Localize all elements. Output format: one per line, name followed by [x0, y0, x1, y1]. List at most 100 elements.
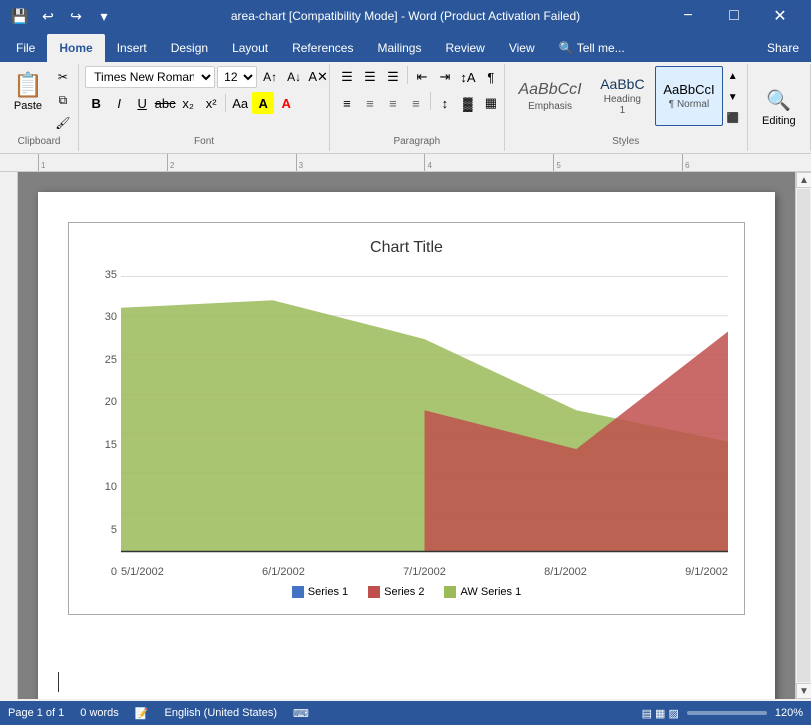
qa-dropdown-button[interactable]: ▾ — [92, 4, 116, 28]
aw-series1-label: AW Series 1 — [460, 586, 521, 598]
style-normal[interactable]: AaBbCcI ¶ Normal — [655, 66, 722, 126]
keyboard-icon: ⌨ — [293, 707, 309, 720]
align-left-button[interactable]: ≡ — [336, 92, 358, 114]
tab-view[interactable]: View — [497, 34, 547, 62]
tab-mailings[interactable]: Mailings — [365, 34, 433, 62]
tab-home[interactable]: Home — [47, 34, 104, 62]
title-bar-left: 💾 ↩ ↪ ▾ — [8, 4, 116, 28]
status-bar: Page 1 of 1 0 words 📝 English (United St… — [0, 701, 811, 725]
format-painter-button[interactable]: 🖌 — [52, 112, 74, 134]
y-axis-labels: 0 5 10 15 20 25 30 35 — [85, 269, 121, 578]
y-label-5: 5 — [85, 524, 117, 536]
zoom-level: 120% — [775, 707, 803, 719]
y-label-35: 35 — [85, 269, 117, 281]
chart-plot-area: 5/1/2002 6/1/2002 7/1/2002 8/1/2002 9/1/… — [121, 269, 728, 578]
multilevel-button[interactable]: ☰ — [382, 66, 404, 88]
window-title: area-chart [Compatibility Mode] - Word (… — [231, 9, 580, 23]
increase-indent-button[interactable]: ⇥ — [434, 66, 456, 88]
tab-tell-me[interactable]: 🔍 Tell me... — [547, 34, 637, 62]
aw-series1-swatch — [444, 586, 456, 598]
bold-button[interactable]: B — [85, 92, 107, 114]
save-qa-button[interactable]: 💾 — [8, 4, 32, 28]
divider — [225, 94, 226, 112]
legend-series2: Series 2 — [368, 586, 424, 598]
font-color-button[interactable]: A — [275, 92, 297, 114]
redo-qa-button[interactable]: ↪ — [64, 4, 88, 28]
copy-button[interactable]: ⧉ — [52, 89, 74, 111]
minimize-button[interactable]: − — [665, 0, 711, 32]
align-center-button[interactable]: ≡ — [359, 92, 381, 114]
tab-insert[interactable]: Insert — [105, 34, 159, 62]
font-group-label: Font — [85, 134, 323, 149]
close-button[interactable]: ✕ — [757, 0, 803, 32]
underline-button[interactable]: U — [131, 92, 153, 114]
cursor-line — [58, 672, 59, 692]
styles-up-button[interactable]: ▲ — [725, 66, 741, 86]
status-right: ▤ ▦ ▨ 120% — [642, 707, 803, 720]
chart-container[interactable]: Chart Title 0 5 10 15 20 25 30 35 — [68, 222, 745, 615]
heading1-preview: AaBbC — [600, 76, 644, 92]
clipboard-content: 📋 Paste ✂ ⧉ 🖌 — [6, 66, 72, 134]
justify-button[interactable]: ≡ — [405, 92, 427, 114]
sort-button[interactable]: ↕A — [457, 66, 479, 88]
strikethrough-button[interactable]: abc — [154, 92, 176, 114]
status-left: Page 1 of 1 0 words 📝 English (United St… — [8, 707, 309, 720]
superscript-button[interactable]: x² — [200, 92, 222, 114]
shrink-font-button[interactable]: A↓ — [283, 66, 305, 88]
font-family-select[interactable]: Times New Roman Arial Calibri — [85, 66, 215, 88]
case-button[interactable]: Aa — [229, 92, 251, 114]
style-heading1[interactable]: AaBbC Heading 1 — [591, 66, 653, 126]
document-area[interactable]: Chart Title 0 5 10 15 20 25 30 35 — [18, 172, 795, 699]
styles-down-button[interactable]: ▼ — [725, 87, 741, 107]
cut-button[interactable]: ✂ — [52, 66, 74, 88]
series2-swatch — [368, 586, 380, 598]
borders-button[interactable]: ▦ — [480, 92, 502, 114]
grow-font-button[interactable]: A↑ — [259, 66, 281, 88]
paste-icon: 📋 — [13, 71, 43, 100]
vertical-scrollbar[interactable]: ▲ ▼ — [795, 172, 811, 699]
horizontal-ruler: 1 2 3 4 5 6 — [0, 154, 811, 172]
tab-design[interactable]: Design — [159, 34, 220, 62]
decrease-indent-button[interactable]: ⇤ — [411, 66, 433, 88]
emphasis-label: Emphasis — [528, 101, 572, 112]
scroll-down-button[interactable]: ▼ — [796, 683, 811, 699]
maximize-button[interactable]: □ — [711, 0, 757, 32]
ruler-mark-1: 1 — [38, 154, 167, 172]
editing-button[interactable]: 🔍 Editing — [753, 83, 805, 132]
quick-access-toolbar: 💾 ↩ ↪ ▾ — [8, 4, 116, 28]
paste-button[interactable]: 📋 Paste — [6, 66, 50, 117]
font-size-select[interactable]: 12 10 11 14 — [217, 66, 257, 88]
editing-icon: 🔍 — [766, 88, 791, 113]
emphasis-preview: AaBbCcI — [518, 81, 581, 99]
paragraph-group-label: Paragraph — [336, 134, 498, 149]
word-count: 0 words — [80, 707, 119, 719]
legend-aw-series1: AW Series 1 — [444, 586, 521, 598]
subscript-button[interactable]: x₂ — [177, 92, 199, 114]
y-label-10: 10 — [85, 481, 117, 493]
tab-layout[interactable]: Layout — [220, 34, 280, 62]
line-spacing-button[interactable]: ↕ — [434, 92, 456, 114]
styles-content: AaBbCcI Emphasis AaBbC Heading 1 AaBbCcI… — [511, 66, 741, 134]
para-row1: ☰ ☰ ☰ ⇤ ⇥ ↕A ¶ — [336, 66, 502, 88]
undo-qa-button[interactable]: ↩ — [36, 4, 60, 28]
style-emphasis[interactable]: AaBbCcI Emphasis — [511, 66, 590, 126]
align-right-button[interactable]: ≡ — [382, 92, 404, 114]
shading-button[interactable]: ▓ — [457, 92, 479, 114]
bullets-button[interactable]: ☰ — [336, 66, 358, 88]
tab-review[interactable]: Review — [433, 34, 496, 62]
show-marks-button[interactable]: ¶ — [480, 66, 502, 88]
styles-more-button[interactable]: ⬛ — [725, 108, 741, 128]
scroll-up-button[interactable]: ▲ — [796, 172, 811, 188]
view-buttons: ▤ ▦ ▨ — [642, 707, 679, 720]
highlight-button[interactable]: A — [252, 92, 274, 114]
tab-references[interactable]: References — [280, 34, 365, 62]
numbering-button[interactable]: ☰ — [359, 66, 381, 88]
clear-format-button[interactable]: A✕ — [307, 66, 329, 88]
tab-share[interactable]: Share — [755, 34, 811, 62]
zoom-slider[interactable] — [687, 711, 767, 715]
para-row2: ≡ ≡ ≡ ≡ ↕ ▓ ▦ — [336, 92, 502, 114]
italic-button[interactable]: I — [108, 92, 130, 114]
tab-file[interactable]: File — [4, 34, 47, 62]
x-label-may: 5/1/2002 — [121, 566, 164, 578]
paragraph-group: ☰ ☰ ☰ ⇤ ⇥ ↕A ¶ ≡ ≡ ≡ ≡ ↕ ▓ ▦ Paragraph — [330, 64, 505, 151]
